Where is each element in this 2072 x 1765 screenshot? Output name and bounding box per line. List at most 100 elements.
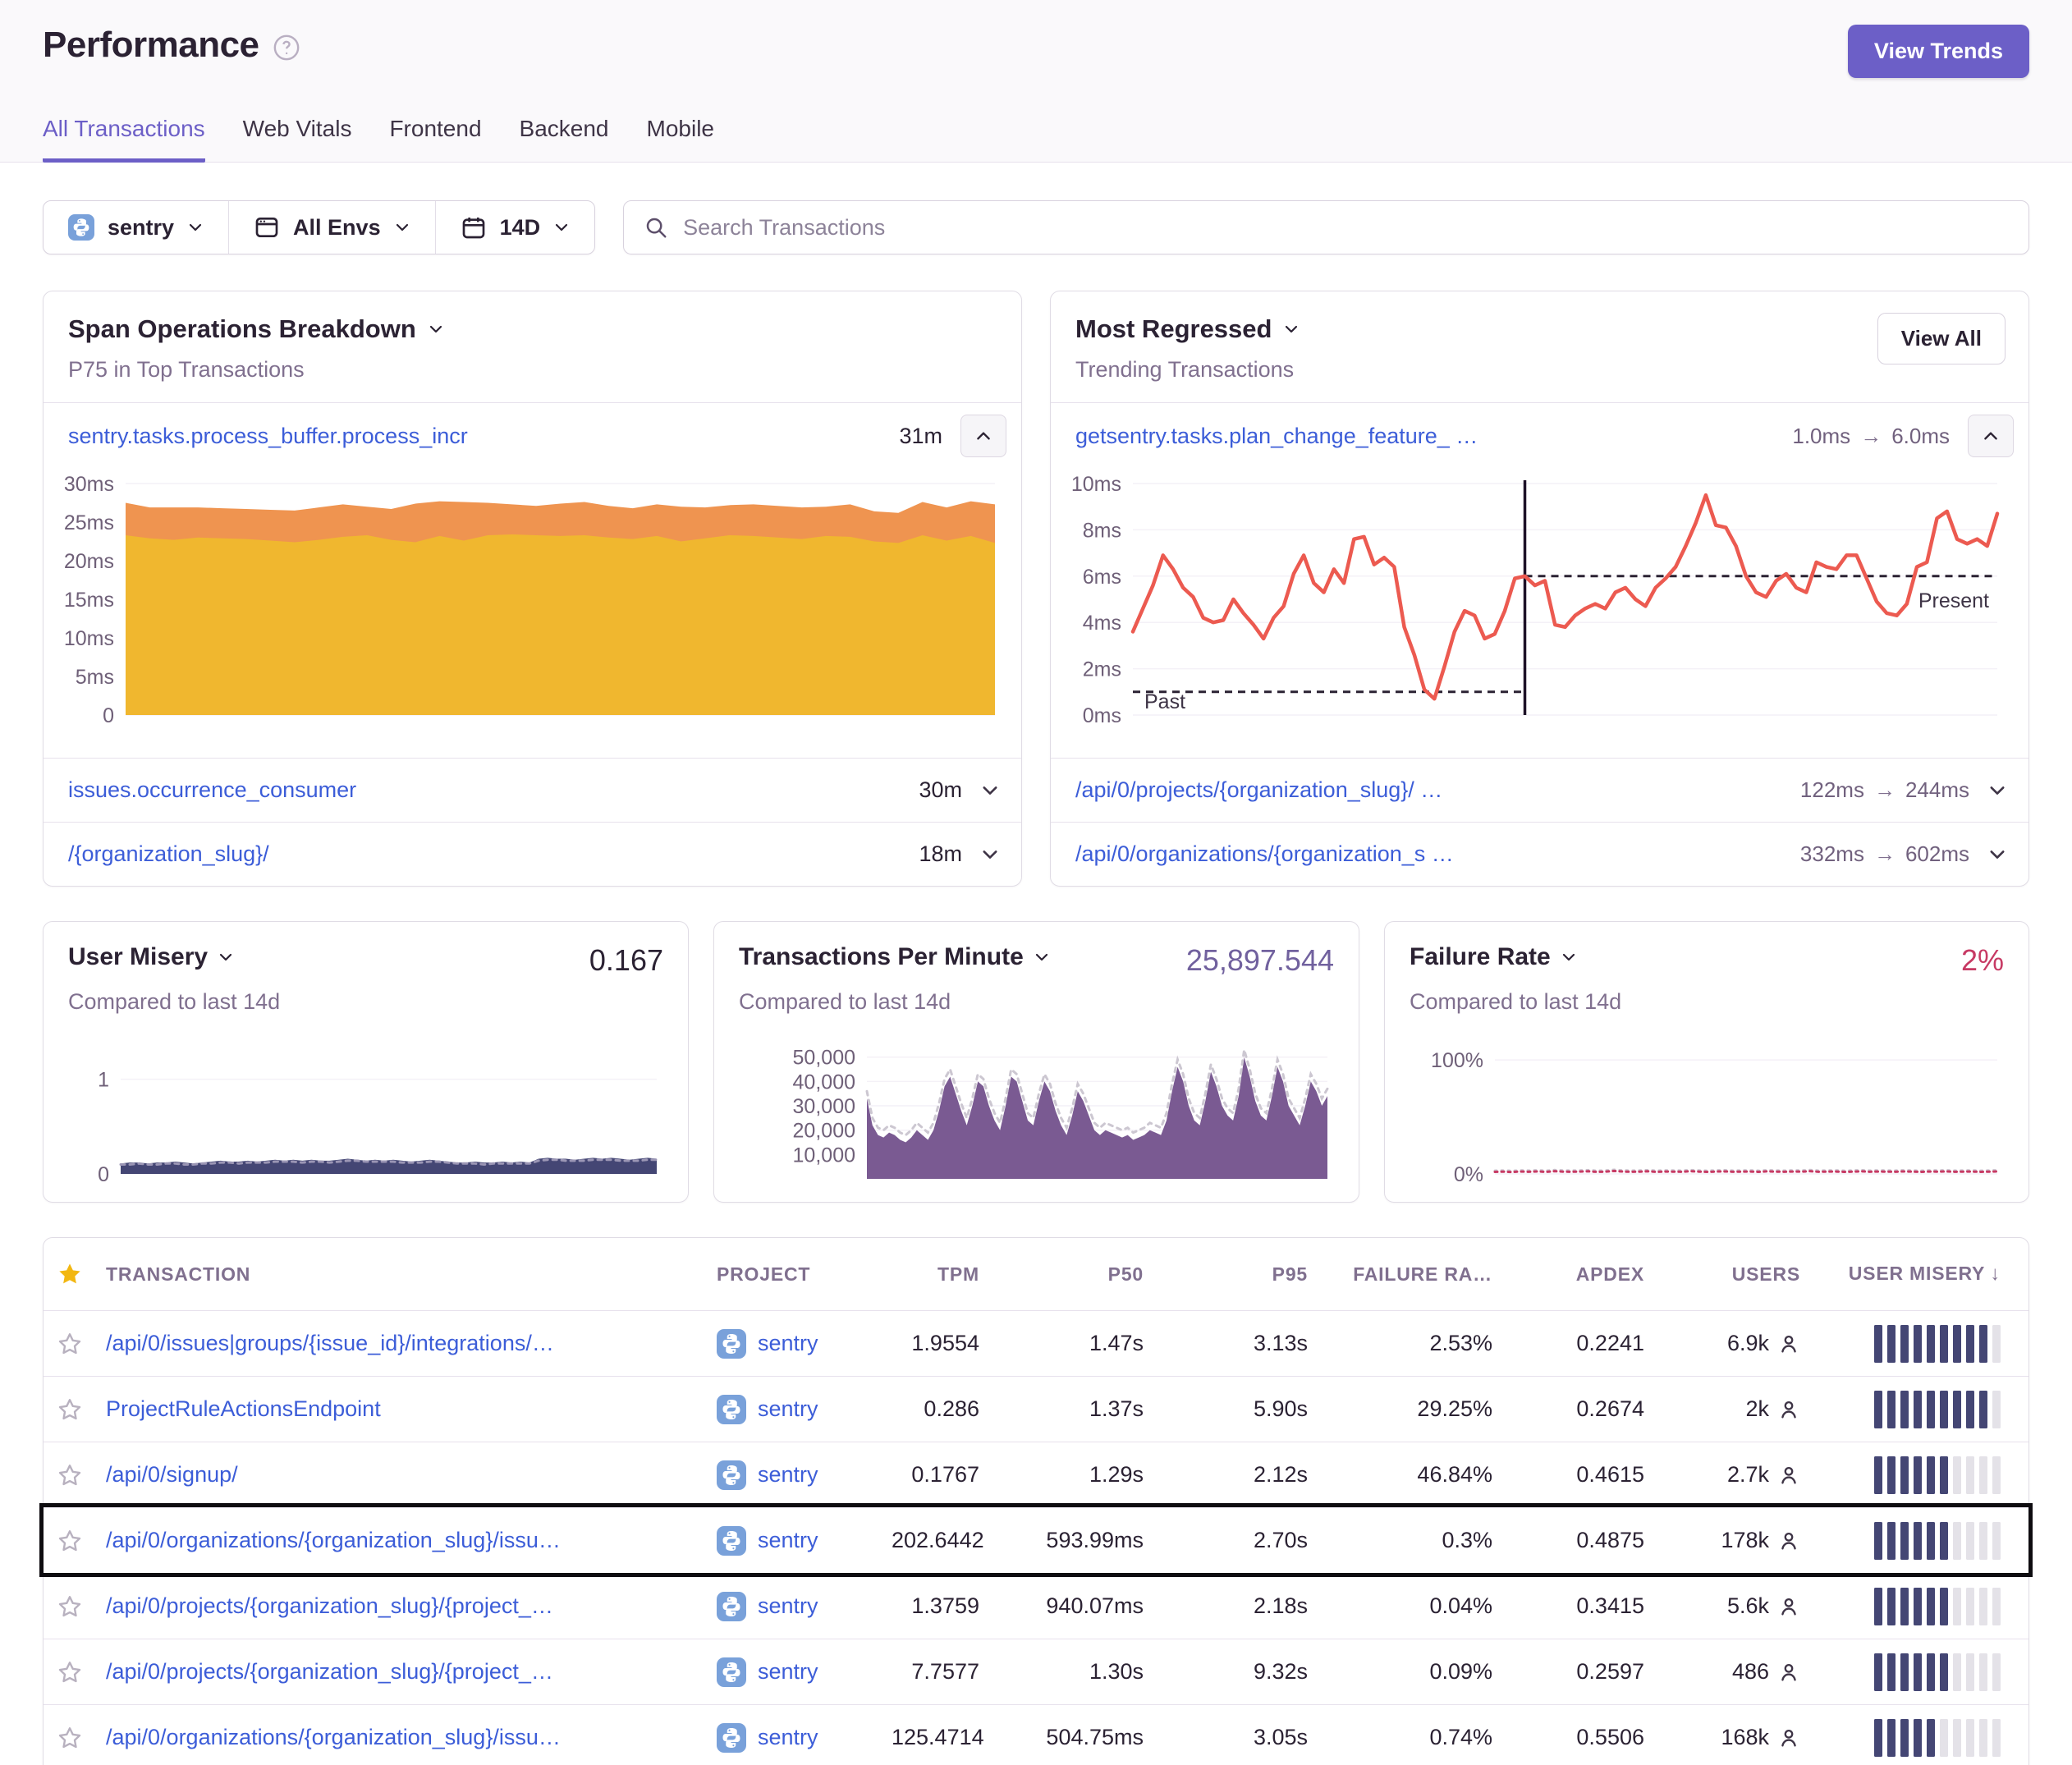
expand-button[interactable]: [1987, 845, 2007, 864]
search-input[interactable]: [683, 215, 2009, 241]
regression-from: 1.0ms: [1792, 424, 1850, 449]
tpm-dropdown[interactable]: Transactions Per Minute: [739, 943, 1050, 971]
favorite-star-icon[interactable]: [57, 1396, 83, 1423]
column-header-p50[interactable]: P50: [999, 1263, 1155, 1286]
user-icon: [1777, 1332, 1800, 1355]
project-link[interactable]: sentry: [758, 1593, 818, 1619]
table-row[interactable]: /api/0/signup/sentry0.17671.29s2.12s46.8…: [44, 1442, 2028, 1507]
failure-rate-dropdown[interactable]: Failure Rate: [1410, 943, 1577, 971]
collapse-button[interactable]: [1968, 415, 2014, 457]
tpm-cell: 1.9554: [888, 1331, 999, 1356]
chevron-down-icon: [218, 949, 234, 965]
tab-frontend[interactable]: Frontend: [389, 116, 481, 163]
project-link[interactable]: sentry: [758, 1528, 818, 1553]
transaction-link[interactable]: /api/0/projects/{organization_slug}/{pro…: [106, 1593, 700, 1619]
users-cell: 6.9k: [1659, 1331, 1800, 1356]
help-icon[interactable]: [273, 34, 300, 62]
span-op-link[interactable]: issues.occurrence_consumer: [68, 777, 356, 803]
expand-button[interactable]: [980, 845, 1000, 864]
tpm-cell: 1.3759: [888, 1593, 999, 1619]
transaction-link[interactable]: /api/0/projects/{organization_slug}/ …: [1075, 777, 1442, 803]
most-regressed-panel: Most Regressed Trending Transactions Vie…: [1050, 291, 2029, 887]
transaction-link[interactable]: /api/0/signup/: [106, 1462, 700, 1488]
chevron-down-icon: [394, 219, 410, 236]
transaction-link[interactable]: ProjectRuleActionsEndpoint: [106, 1396, 700, 1422]
span-ops-title-dropdown[interactable]: Span Operations Breakdown: [68, 314, 997, 344]
collapse-button[interactable]: [960, 415, 1006, 457]
view-all-button[interactable]: View All: [1877, 313, 2006, 364]
svg-text:30ms: 30ms: [64, 473, 114, 496]
table-row[interactable]: /api/0/organizations/{organization_slug}…: [44, 1704, 2028, 1765]
expand-button[interactable]: [980, 781, 1000, 800]
failure-rate-value: 2%: [1961, 943, 2004, 978]
tab-web-vitals[interactable]: Web Vitals: [243, 116, 352, 163]
users-cell: 2k: [1659, 1396, 1800, 1422]
transaction-link[interactable]: /api/0/issues|groups/{issue_id}/integrat…: [106, 1331, 700, 1356]
span-ops-chart: 30ms25ms20ms15ms10ms5ms0: [48, 472, 1003, 745]
most-regressed-title-dropdown[interactable]: Most Regressed: [1075, 314, 2004, 344]
python-project-icon: [717, 1526, 746, 1556]
table-row[interactable]: /api/0/projects/{organization_slug}/{pro…: [44, 1573, 2028, 1639]
column-header-p95[interactable]: P95: [1155, 1263, 1319, 1286]
transaction-link[interactable]: /api/0/organizations/{organization_slug}…: [106, 1528, 700, 1553]
view-trends-button[interactable]: View Trends: [1848, 25, 2029, 78]
failure-rate-cell: 29.25%: [1319, 1396, 1504, 1422]
star-column-icon[interactable]: [57, 1261, 83, 1287]
span-op-link[interactable]: /{organization_slug}/: [68, 841, 269, 867]
svg-text:10ms: 10ms: [1071, 473, 1121, 496]
favorite-star-icon[interactable]: [57, 1331, 83, 1357]
project-link[interactable]: sentry: [758, 1331, 818, 1356]
regression-to: 602ms: [1905, 841, 1969, 867]
column-header-project[interactable]: PROJECT: [704, 1263, 888, 1286]
table-row[interactable]: /api/0/projects/{organization_slug}/{pro…: [44, 1639, 2028, 1704]
transaction-link[interactable]: /api/0/organizations/{organization_slug}…: [106, 1725, 700, 1750]
environment-filter[interactable]: All Envs: [228, 201, 435, 254]
date-range-filter[interactable]: 14D: [435, 201, 595, 254]
table-row[interactable]: /api/0/issues|groups/{issue_id}/integrat…: [44, 1310, 2028, 1376]
user-misery-dropdown[interactable]: User Misery: [68, 943, 234, 971]
tab-all-transactions[interactable]: All Transactions: [43, 116, 205, 163]
p50-cell: 940.07ms: [999, 1593, 1155, 1619]
transaction-link[interactable]: /api/0/organizations/{organization_s …: [1075, 841, 1454, 867]
table-row[interactable]: ProjectRuleActionsEndpointsentry0.2861.3…: [44, 1376, 2028, 1442]
project-link[interactable]: sentry: [758, 1396, 818, 1422]
user-misery-chart: 10: [68, 1033, 663, 1185]
column-header-apdex[interactable]: APDEX: [1504, 1263, 1656, 1286]
project-link[interactable]: sentry: [758, 1659, 818, 1685]
svg-text:15ms: 15ms: [64, 589, 114, 612]
favorite-star-icon[interactable]: [57, 1659, 83, 1685]
tpm-cell: 202.6442: [888, 1528, 999, 1553]
favorite-star-icon[interactable]: [57, 1725, 83, 1751]
p95-cell: 9.32s: [1155, 1659, 1319, 1685]
arrow-right-icon: →: [1860, 424, 1882, 449]
p95-cell: 3.13s: [1155, 1331, 1319, 1356]
chevron-up-icon: [974, 427, 992, 445]
python-project-icon: [717, 1329, 746, 1359]
page-title: Performance: [43, 25, 259, 66]
tab-backend[interactable]: Backend: [520, 116, 609, 163]
failure-rate-cell: 2.53%: [1319, 1331, 1504, 1356]
favorite-star-icon[interactable]: [57, 1528, 83, 1554]
mini-panel-subtitle: Compared to last 14d: [739, 989, 1334, 1015]
project-link[interactable]: sentry: [758, 1462, 818, 1488]
column-header-failure-rate[interactable]: FAILURE RA…: [1319, 1263, 1504, 1286]
span-op-link[interactable]: sentry.tasks.process_buffer.process_incr: [68, 424, 468, 449]
table-row-selected[interactable]: /api/0/organizations/{organization_slug}…: [44, 1507, 2028, 1573]
column-header-user-misery[interactable]: USER MISERY↓: [1812, 1263, 2028, 1286]
favorite-star-icon[interactable]: [57, 1593, 83, 1620]
user-icon: [1777, 1398, 1800, 1421]
tab-mobile[interactable]: Mobile: [647, 116, 714, 163]
svg-text:8ms: 8ms: [1083, 519, 1121, 542]
column-header-tpm[interactable]: TPM: [888, 1263, 999, 1286]
main-content: sentry All Envs: [0, 163, 2072, 1765]
project-filter[interactable]: sentry: [44, 201, 228, 254]
favorite-star-icon[interactable]: [57, 1462, 83, 1488]
project-link[interactable]: sentry: [758, 1725, 818, 1750]
transaction-link[interactable]: getsentry.tasks.plan_change_feature_ …: [1075, 424, 1478, 449]
transaction-link[interactable]: /api/0/projects/{organization_slug}/{pro…: [106, 1659, 700, 1685]
column-header-users[interactable]: USERS: [1656, 1263, 1812, 1286]
expand-button[interactable]: [1987, 781, 2007, 800]
mini-panel-subtitle: Compared to last 14d: [1410, 989, 2004, 1015]
p50-cell: 593.99ms: [999, 1528, 1155, 1553]
column-header-transaction[interactable]: TRANSACTION: [96, 1263, 704, 1286]
